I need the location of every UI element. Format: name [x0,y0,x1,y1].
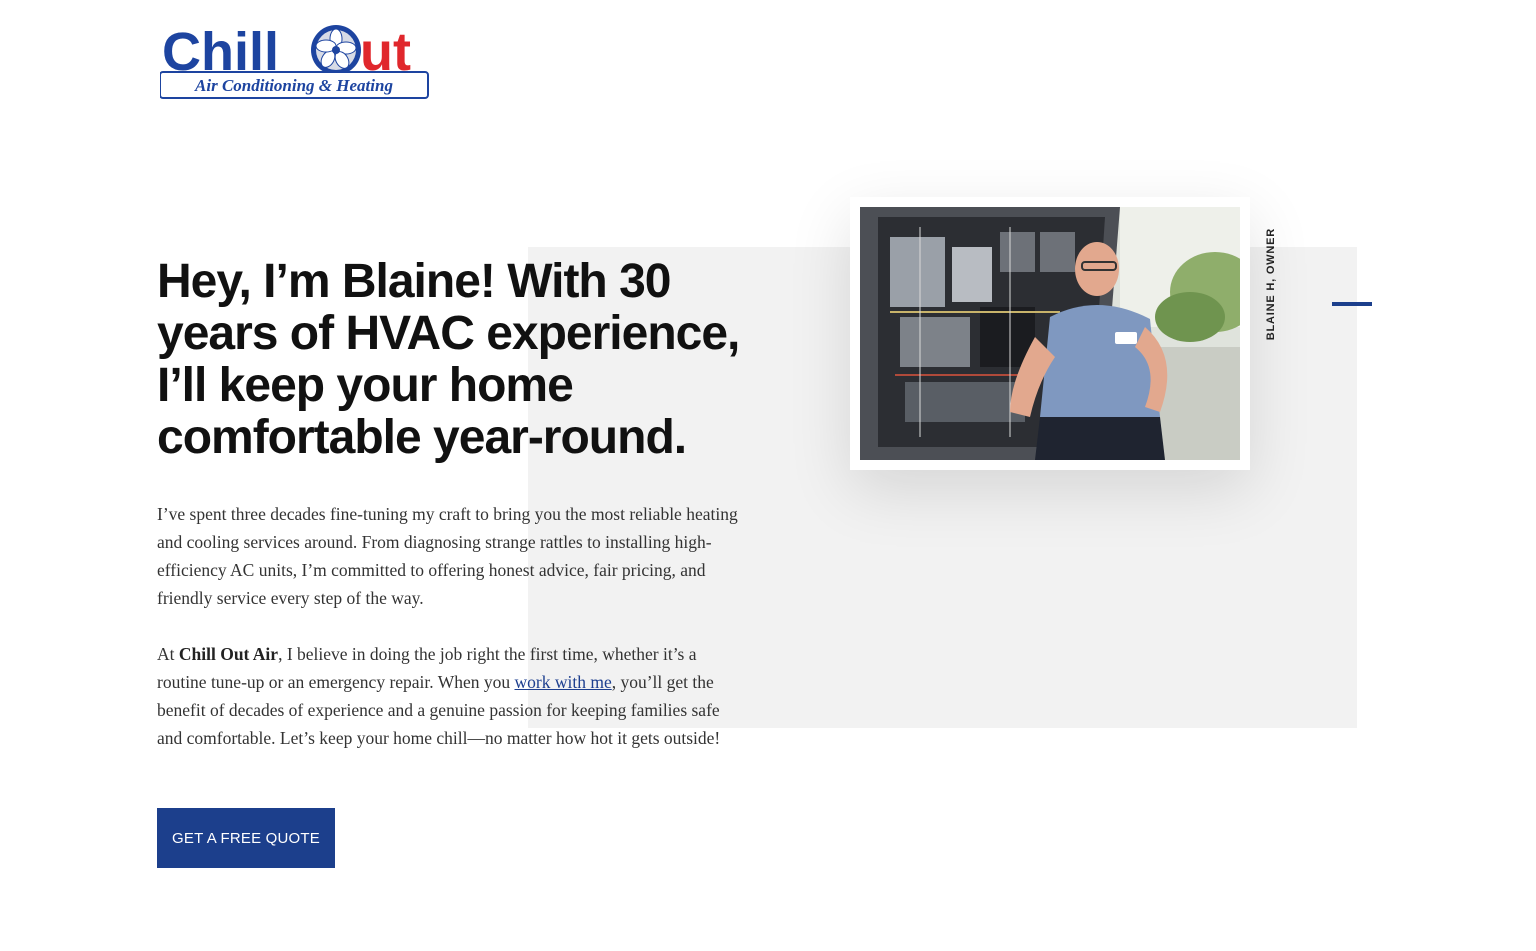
work-with-me-link[interactable]: work with me [515,672,612,692]
about-paragraph: At Chill Out Air, I believe in doing the… [157,644,721,748]
logo[interactable]: Chill ut Air Conditioning & Heating [160,18,430,100]
get-free-quote-button[interactable]: GET A FREE QUOTE [157,808,335,868]
hero-headline: Hey, I’m Blaine! With 30 years of HVAC e… [157,255,740,464]
brand-name: Chill Out Air [178,644,279,664]
photo-caption-text: BLAINE H, OWNER [1265,227,1277,340]
fan-icon [311,25,361,75]
logo-tagline: Air Conditioning & Heating [194,76,393,95]
photo-caption: BLAINE H, OWNER [1263,228,1279,340]
intro-paragraph: I’ve spent three decades fine-tuning my … [157,504,738,608]
owner-photo-card [850,197,1250,470]
accent-divider [1332,302,1372,306]
owner-photo [860,207,1240,460]
